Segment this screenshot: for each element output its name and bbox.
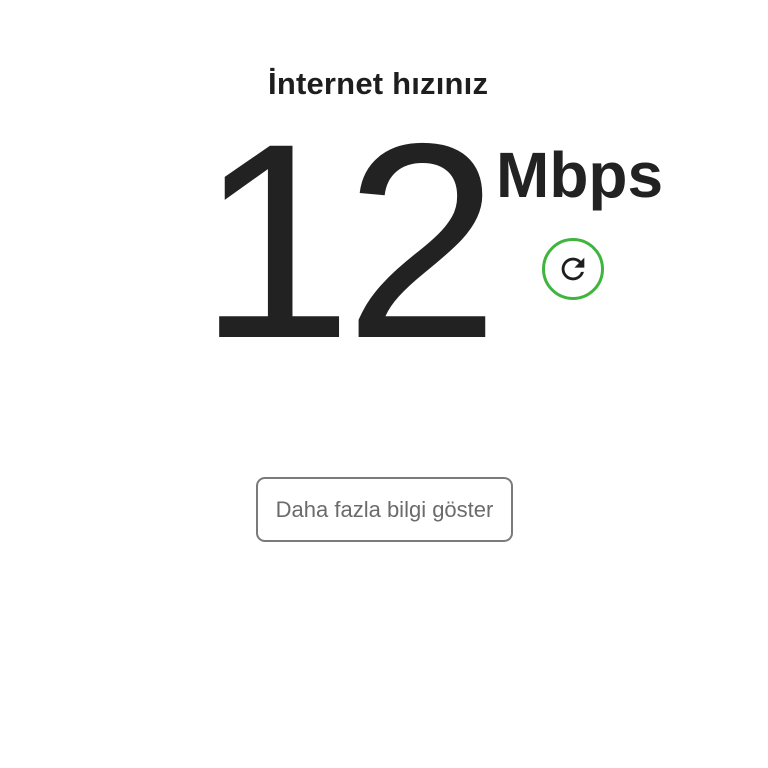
refresh-icon <box>556 252 590 286</box>
more-info-button[interactable]: Daha fazla bilgi göster <box>256 477 513 542</box>
speed-test-page: İnternet hızınız 12 Mbps Daha fazla bilg… <box>0 0 768 768</box>
speed-unit: Mbps <box>496 139 664 211</box>
refresh-button[interactable] <box>542 238 604 300</box>
speed-value: 12 <box>198 85 499 396</box>
